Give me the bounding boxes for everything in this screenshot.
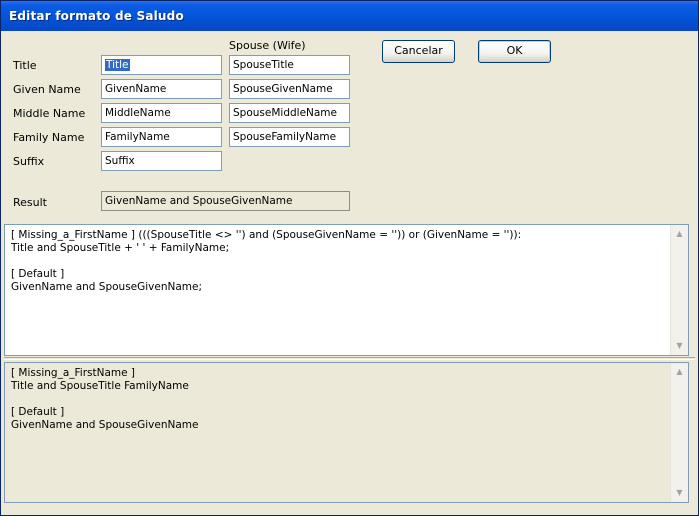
format-preview: [ Missing_a_FirstName ] Title and SpouseT… — [4, 362, 689, 503]
spouse-given-name-input[interactable]: SpouseGivenName — [229, 79, 350, 99]
scroll-up-icon[interactable]: ▲ — [672, 364, 687, 380]
scroll-down-icon[interactable]: ▼ — [672, 338, 687, 354]
family-name-label: Family Name — [13, 131, 85, 144]
pane-splitter[interactable] — [4, 357, 695, 360]
suffix-input[interactable]: Suffix — [101, 151, 222, 171]
preview-scrollbar[interactable]: ▲ ▼ — [670, 363, 688, 502]
preview-line: [ Default ] — [11, 406, 65, 418]
spouse-family-name-input[interactable]: SpouseFamilyName — [229, 127, 350, 147]
scroll-up-icon[interactable]: ▲ — [672, 226, 687, 242]
middle-name-label: Middle Name — [13, 107, 86, 120]
title-input[interactable]: Title — [101, 55, 222, 75]
title-bar[interactable]: Editar formato de Saludo — [1, 1, 698, 31]
editor-line: GivenName and SpouseGivenName; — [11, 281, 203, 293]
title-input-value: Title — [105, 59, 130, 71]
format-editor-text[interactable]: [ Missing_a_FirstName ] (((SpouseTitle <… — [11, 229, 668, 294]
editor-scrollbar[interactable]: ▲ ▼ — [670, 225, 688, 355]
dialog-window: Editar formato de Saludo Spouse (Wife) C… — [0, 0, 699, 516]
window-title: Editar formato de Saludo — [9, 9, 184, 23]
format-editor[interactable]: [ Missing_a_FirstName ] (((SpouseTitle <… — [4, 224, 689, 356]
family-name-input[interactable]: FamilyName — [101, 127, 222, 147]
scroll-down-icon[interactable]: ▼ — [672, 485, 687, 501]
dialog-body: Spouse (Wife) Cancelar OK Title Title Sp… — [4, 31, 695, 512]
result-label: Result — [13, 196, 47, 209]
format-preview-text: [ Missing_a_FirstName ] Title and SpouseT… — [11, 367, 668, 432]
given-name-input[interactable]: GivenName — [101, 79, 222, 99]
ok-button[interactable]: OK — [478, 40, 551, 63]
middle-name-input[interactable]: MiddleName — [101, 103, 222, 123]
spouse-middle-name-input[interactable]: SpouseMiddleName — [229, 103, 350, 123]
preview-line: Title and SpouseTitle FamilyName — [11, 380, 189, 392]
spouse-column-header: Spouse (Wife) — [229, 39, 306, 52]
editor-line: [ Missing_a_FirstName ] (((SpouseTitle <… — [11, 229, 522, 241]
editor-line: Title and SpouseTitle + ' ' + FamilyName… — [11, 242, 230, 254]
suffix-label: Suffix — [13, 155, 45, 168]
preview-line — [11, 393, 668, 406]
preview-line: GivenName and SpouseGivenName — [11, 419, 199, 431]
cancel-button[interactable]: Cancelar — [382, 40, 455, 63]
editor-line: [ Default ] — [11, 268, 65, 280]
result-field: GivenName and SpouseGivenName — [101, 191, 350, 211]
given-name-label: Given Name — [13, 83, 81, 96]
title-label: Title — [13, 59, 37, 72]
preview-line: [ Missing_a_FirstName ] — [11, 367, 136, 379]
spouse-title-input[interactable]: SpouseTitle — [229, 55, 350, 75]
